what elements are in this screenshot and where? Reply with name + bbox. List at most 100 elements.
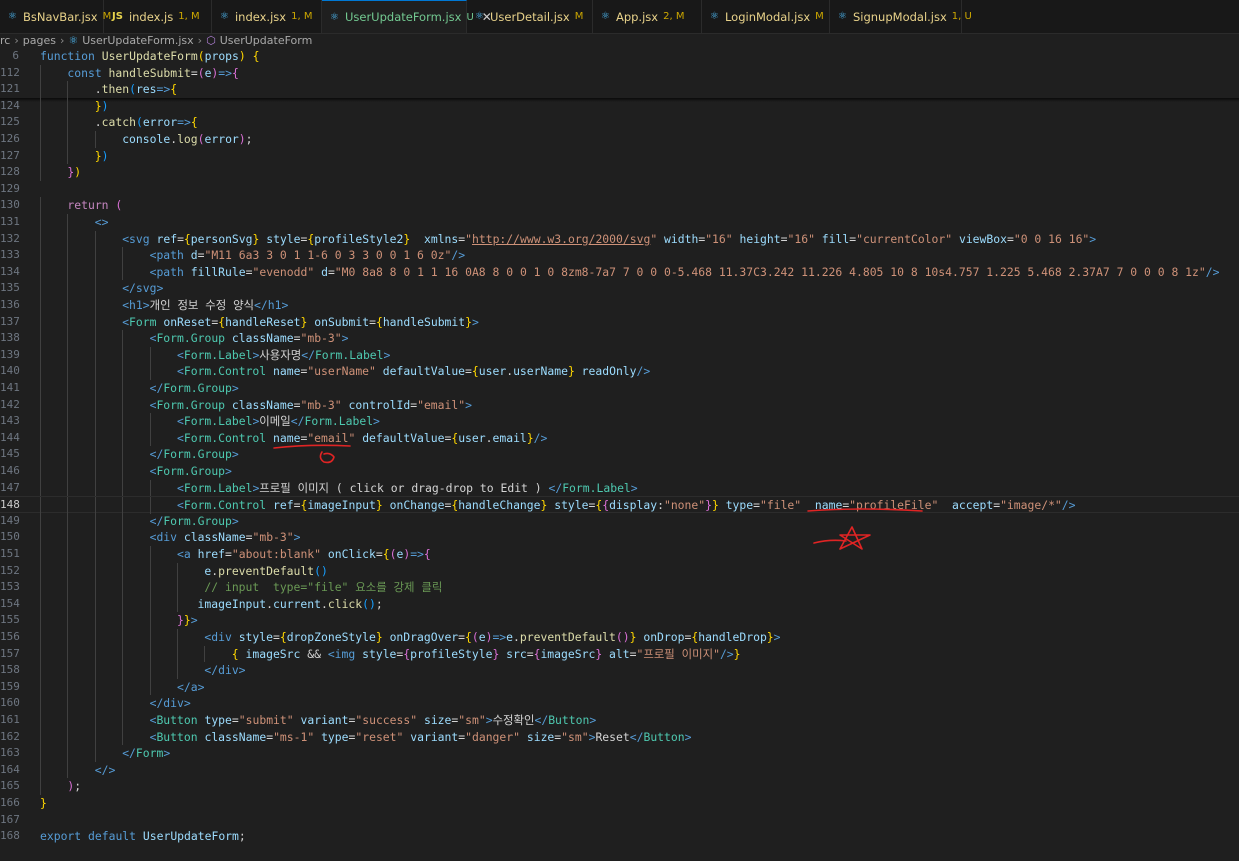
code-token: < — [177, 364, 184, 379]
code-line[interactable]: 140 <Form.Control name = "userName" default… — [0, 363, 1239, 380]
indent-guide — [40, 678, 41, 696]
indent-guide — [40, 629, 41, 646]
code-line[interactable]: 153 // input type="file" 요소를 강제 클릭 — [0, 579, 1239, 596]
code-token: catch — [101, 115, 136, 130]
code-line[interactable]: 6 function UserUpdateForm(props) { — [0, 48, 1239, 65]
code-line[interactable]: 145 </Form.Group> — [0, 446, 1239, 463]
code-token: error — [142, 115, 178, 130]
code-line[interactable]: 161 <Button type="submit" variant="succes… — [0, 712, 1239, 729]
tab-bsnavbar-jsx[interactable]: ⚛ BsNavBar.jsx M — [0, 0, 111, 33]
code-line[interactable]: 150 <div className="mb-3"> — [0, 529, 1239, 546]
code-token: "M11 6a3 3 0 1 1-6 0 3 3 0 0 1 6 0z" — [204, 248, 452, 263]
breadcrumb-item[interactable]: UserUpdateForm.jsx — [82, 34, 193, 47]
code-text: imageInput.current.click(); — [198, 596, 383, 613]
code-line[interactable]: 134 <path fillRule="evenodd" d="M0 8a8 8 … — [0, 263, 1239, 281]
tab-index-jsx[interactable]: ⚛ index.jsx 1, M — [212, 0, 322, 33]
code-token: </ — [149, 513, 164, 528]
code-line[interactable]: 141 </Form.Group> — [0, 380, 1239, 397]
code-line[interactable]: 137 <Form onReset={handleReset} onSubmit=… — [0, 313, 1239, 331]
code-line[interactable]: 129 — [0, 181, 1239, 198]
code-line[interactable]: 155}}> — [0, 612, 1239, 629]
line-number: 129 — [0, 181, 20, 195]
code-line[interactable]: 168 export default UserUpdateForm; — [0, 828, 1239, 845]
code-token: = — [458, 630, 466, 644]
code-line[interactable]: 154 imageInput.current.click(); — [0, 595, 1239, 613]
code-line[interactable]: 136 <h1>개인 정보 수정 양식</h1> — [0, 297, 1239, 314]
code-line[interactable]: 138 <Form.Group className="mb-3"> — [0, 330, 1239, 347]
code-text: e.preventDefault() — [204, 563, 327, 580]
indent-guide — [122, 463, 124, 480]
code-line[interactable]: 144 <Form.Control name="email" defaultVal… — [0, 429, 1239, 447]
code-line[interactable]: 121 .then(res=>{ — [0, 81, 1239, 98]
line-number: 139 — [0, 347, 20, 361]
code-line[interactable]: 148 <Form.Control ref={imageInput} onChan… — [0, 496, 1239, 514]
tab-userdetail-jsx[interactable]: ⚛ UserDetail.jsx M — [467, 0, 593, 33]
tab-index-js[interactable]: JS index.js 1, M — [104, 0, 212, 33]
code-line[interactable]: 125 .catch(error=>{ — [0, 114, 1239, 131]
code-line[interactable]: 160 </div> — [0, 695, 1239, 712]
code-token: } — [183, 613, 191, 628]
line-number: 151 — [0, 547, 20, 560]
tab-signupmodal-jsx[interactable]: ⚛ SignupModal.jsx 1, U — [830, 0, 972, 33]
indent-guide — [177, 562, 178, 580]
code-token: . — [485, 430, 493, 445]
indent-guide — [94, 297, 96, 314]
indent-guide — [67, 512, 69, 530]
code-text: <> — [95, 214, 109, 231]
line-number: 166 — [0, 796, 20, 809]
indent-guide — [40, 728, 41, 746]
code-line[interactable]: 156 <div style={dropZoneStyle} onDragOver… — [0, 629, 1239, 646]
code-line[interactable]: 112 const handleSubmit=(e)=>{ — [0, 64, 1239, 82]
code-line[interactable]: 127}) — [0, 147, 1239, 165]
code-token: onDragOver — [389, 630, 459, 644]
code-token: onClick — [327, 547, 376, 561]
code-line[interactable]: 159 </a> — [0, 678, 1239, 696]
tab-userupdateform-jsx[interactable]: ⚛ UserUpdateForm.jsx U ✕ — [322, 0, 492, 33]
code-token: Form.Label — [314, 347, 384, 362]
code-token: profileStyle2 — [314, 231, 404, 246]
code-line[interactable]: 162 <Button className="ms-1" type="reset"… — [0, 728, 1239, 746]
code-line[interactable]: 152 e.preventDefault() — [0, 562, 1239, 580]
code-editor[interactable]: 6 function UserUpdateForm(props) {112 cons… — [0, 48, 1239, 861]
code-line[interactable]: 164 </> — [0, 761, 1239, 779]
code-line[interactable]: 124}) — [0, 97, 1239, 115]
code-token: } — [375, 498, 383, 513]
code-line[interactable]: 142 <Form.Group className="mb-3" controlI… — [0, 396, 1239, 414]
code-token: > — [293, 530, 301, 545]
code-line[interactable]: 166} — [0, 795, 1239, 812]
code-line[interactable]: 130 return ( — [0, 197, 1239, 214]
code-line[interactable]: 157{ imageSrc && <img style={profileStyl… — [0, 645, 1239, 663]
indent-guide — [122, 595, 124, 613]
code-line[interactable]: 143 <Form.Label>이메일</Form.Label> — [0, 413, 1239, 430]
tab-loginmodal-jsx[interactable]: ⚛ LoginModal.jsx M — [702, 0, 830, 33]
code-line[interactable]: 131 <> — [0, 214, 1239, 231]
indent-guide — [67, 595, 69, 613]
code-line[interactable]: 167 — [0, 812, 1239, 829]
code-line[interactable]: 151 <a href="about:blank" onClick={(e)=>{ — [0, 546, 1239, 563]
code-token: { — [471, 364, 479, 379]
breadcrumb-item[interactable]: UserUpdateForm — [220, 34, 313, 47]
indent-guide — [94, 728, 96, 746]
code-line[interactable]: 126 console.log(error); — [0, 131, 1239, 148]
code-token: } — [705, 498, 712, 513]
code-line[interactable]: 147 <Form.Label>프로필 이미지 ( click or drag-d… — [0, 479, 1239, 497]
react-icon: ⚛ — [601, 11, 610, 22]
code-line[interactable]: 163 </Form> — [0, 745, 1239, 762]
breadcrumb-item[interactable]: rc — [0, 34, 10, 47]
code-line[interactable]: 139 <Form.Label>사용자명</Form.Label> — [0, 346, 1239, 364]
code-token: ) — [238, 49, 246, 63]
code-line[interactable]: 158 </div> — [0, 662, 1239, 679]
breadcrumb-item[interactable]: pages — [23, 34, 56, 47]
code-line[interactable]: 135 </svg> — [0, 280, 1239, 297]
code-line[interactable]: 132 <svg ref={personSvg} style={profileSt… — [0, 230, 1239, 248]
code-token: </ — [149, 381, 164, 395]
code-line[interactable]: 133 <path d="M11 6a3 3 0 1 1-6 0 3 3 0 0 … — [0, 247, 1239, 264]
code-line[interactable]: 165); — [0, 778, 1239, 795]
code-line[interactable]: 128}) — [0, 164, 1239, 181]
code-line[interactable]: 149 </Form.Group> — [0, 512, 1239, 530]
tab-app-jsx[interactable]: ⚛ App.jsx 2, M — [593, 0, 702, 33]
code-token: Button — [548, 713, 590, 727]
code-text: <Form.Group className="mb-3" controlId="… — [150, 397, 472, 414]
indent-guide — [177, 579, 178, 596]
code-line[interactable]: 146 <Form.Group> — [0, 463, 1239, 480]
